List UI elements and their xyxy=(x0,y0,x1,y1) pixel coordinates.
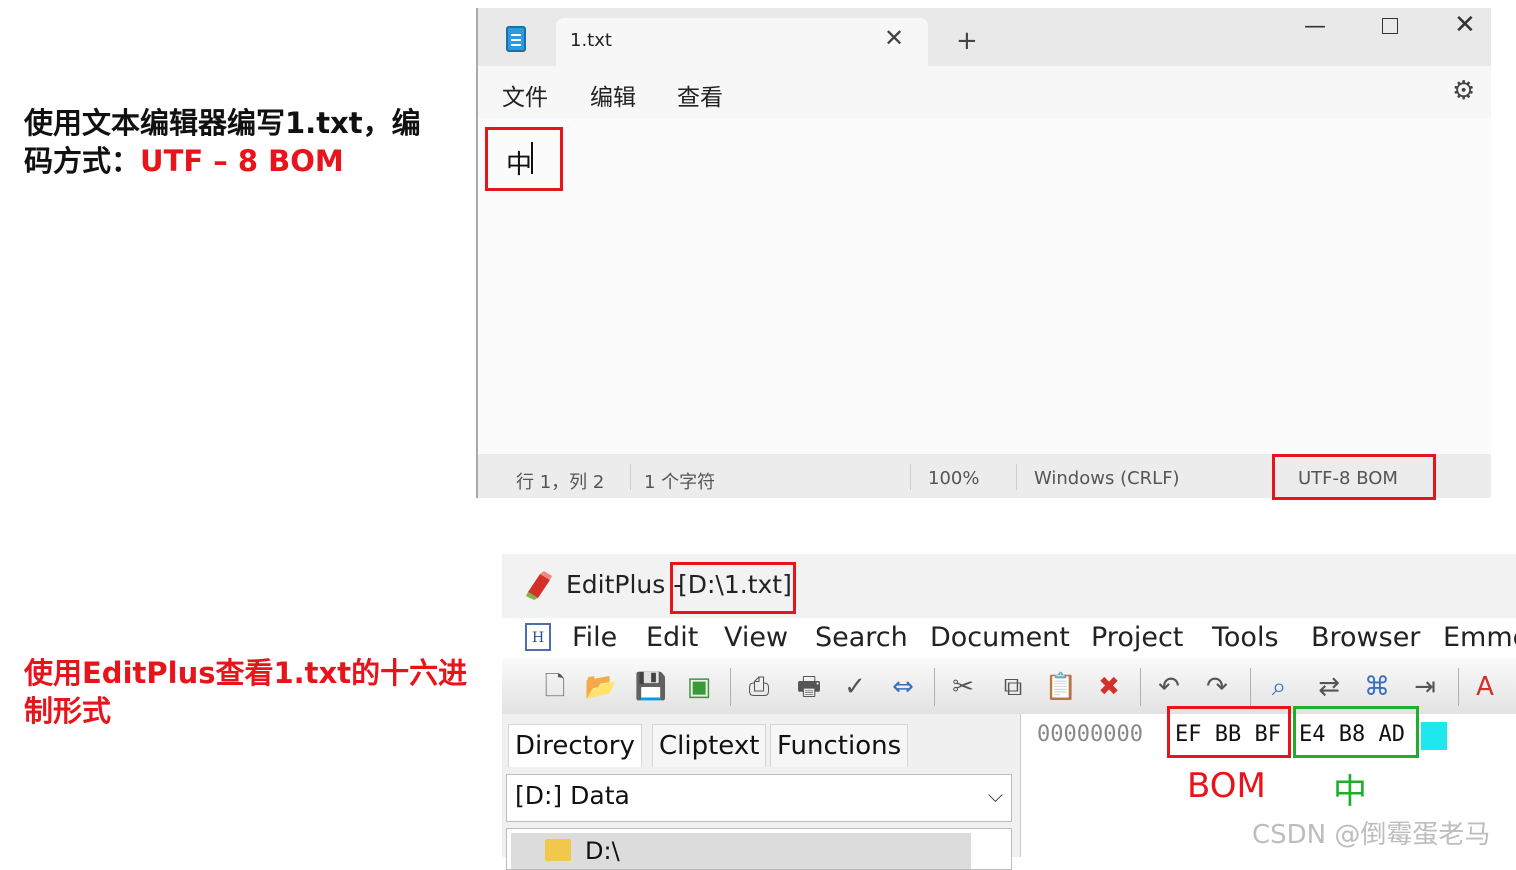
document-h-icon: H xyxy=(525,623,551,651)
maximize-icon[interactable] xyxy=(1382,18,1398,34)
editplus-caption-line1: 使用EditPlus查看1.txt的十六进 xyxy=(24,656,468,690)
hex-cursor xyxy=(1421,722,1447,750)
notepad-menubar: 文件 编辑 查看 ⚙ xyxy=(478,66,1491,118)
notepad-window: 1.txt ✕ + — ✕ 文件 编辑 查看 ⚙ 中 行 1，列 2 1 个字符… xyxy=(476,8,1491,500)
status-divider xyxy=(630,464,631,490)
copy-icon[interactable]: ⧉ xyxy=(996,670,1030,704)
font-icon[interactable]: A xyxy=(1468,670,1502,704)
browser-preview-icon[interactable]: ⇔ xyxy=(886,670,920,704)
status-divider xyxy=(1016,464,1017,490)
status-char-count: 1 个字符 xyxy=(644,472,716,493)
menu-search[interactable]: Search xyxy=(815,622,908,653)
status-zoom[interactable]: 100% xyxy=(928,468,979,489)
delete-icon[interactable]: ✖ xyxy=(1092,670,1126,704)
close-icon[interactable]: ✕ xyxy=(1454,10,1476,40)
toolbar-divider xyxy=(1140,668,1141,706)
status-position: 行 1，列 2 xyxy=(516,472,605,493)
chevron-down-icon: ⌵ xyxy=(987,783,1003,807)
hex-address: 00000000 xyxy=(1037,722,1143,747)
indent-icon[interactable]: ⇥ xyxy=(1408,670,1442,704)
toolbar-divider xyxy=(1250,668,1251,706)
find-icon[interactable]: ⌕ xyxy=(1262,670,1296,704)
directory-tree[interactable]: D:\ xyxy=(506,828,1012,870)
editplus-caption-line2: 制形式 xyxy=(24,694,112,728)
editplus-app-title: EditPlus - xyxy=(566,570,683,599)
notepad-editor[interactable]: 中 xyxy=(478,118,1491,454)
caption-prefix: 码方式： xyxy=(24,144,141,178)
tab-cliptext[interactable]: Cliptext xyxy=(652,724,767,767)
notepad-app-icon xyxy=(506,26,526,52)
menu-file[interactable]: 文件 xyxy=(502,78,548,112)
notepad-titlebar: 1.txt ✕ + — ✕ xyxy=(478,8,1491,68)
new-tab-icon[interactable]: + xyxy=(956,26,978,56)
save-all-icon[interactable]: ▣ xyxy=(682,670,716,704)
menu-edit[interactable]: Edit xyxy=(646,622,698,653)
redo-icon[interactable]: ↷ xyxy=(1200,670,1234,704)
toolbar-divider xyxy=(1458,668,1459,706)
tab-close-icon[interactable]: ✕ xyxy=(884,24,904,52)
paste-icon[interactable]: 📋 xyxy=(1044,670,1078,704)
drive-select[interactable]: [D:] Data ⌵ xyxy=(506,774,1012,822)
tree-item[interactable]: D:\ xyxy=(511,833,971,869)
toolbar-divider xyxy=(730,668,731,706)
menu-tools[interactable]: Tools xyxy=(1212,622,1279,653)
open-folder-icon[interactable]: 📂 xyxy=(584,670,618,704)
bom-highlight-box xyxy=(1167,706,1291,758)
editplus-caption: 使用EditPlus查看1.txt的十六进 制形式 xyxy=(24,654,467,730)
spellcheck-icon[interactable]: ✓ xyxy=(838,670,872,704)
new-file-icon[interactable]: 🗋 xyxy=(538,670,572,704)
editplus-window: EditPlus - [D:\1.txt] H File Edit View S… xyxy=(502,554,1516,870)
menu-file[interactable]: File xyxy=(572,622,617,653)
bom-annotation: BOM xyxy=(1187,766,1266,806)
notepad-caption-line1: 使用文本编辑器编写1.txt，编 xyxy=(24,106,421,140)
notepad-tab[interactable]: 1.txt ✕ xyxy=(556,18,928,68)
settings-gear-icon[interactable]: ⚙ xyxy=(1452,76,1475,106)
find-in-files-icon[interactable]: ⌘ xyxy=(1360,670,1394,704)
content-highlight-box xyxy=(485,127,563,191)
notepad-caption: 使用文本编辑器编写1.txt，编 码方式：UTF – 8 BOM xyxy=(24,104,421,180)
print-preview-icon[interactable]: ⎙ xyxy=(742,670,776,704)
tree-item-label: D:\ xyxy=(585,837,620,865)
menu-document[interactable]: Document xyxy=(930,622,1070,653)
menu-edit[interactable]: 编辑 xyxy=(590,78,636,112)
print-icon[interactable]: 🖶 xyxy=(792,670,826,704)
path-highlight-box xyxy=(670,562,796,614)
editplus-sidebar: Directory Cliptext Functions [D:] Data ⌵… xyxy=(502,714,1021,870)
undo-icon[interactable]: ↶ xyxy=(1152,670,1186,704)
tab-functions[interactable]: Functions xyxy=(770,724,909,767)
watermark: CSDN @倒霉蛋老马 xyxy=(1252,820,1491,850)
folder-icon xyxy=(545,839,571,861)
notepad-caption-line2: 码方式：UTF – 8 BOM xyxy=(24,142,421,180)
encoding-highlight-box xyxy=(1272,454,1436,500)
menu-project[interactable]: Project xyxy=(1091,622,1183,653)
status-divider xyxy=(910,464,911,490)
char-highlight-box xyxy=(1293,706,1419,758)
tab-title: 1.txt xyxy=(570,30,612,51)
menu-browser[interactable]: Browser xyxy=(1311,622,1420,653)
notepad-statusbar: 行 1，列 2 1 个字符 100% Windows (CRLF) UTF-8 … xyxy=(478,454,1491,500)
toolbar-divider xyxy=(934,668,935,706)
svg-text:H: H xyxy=(532,630,544,646)
menu-view[interactable]: View xyxy=(724,622,788,653)
save-icon[interactable]: 💾 xyxy=(634,670,668,704)
editplus-menubar: H File Edit View Search Document Project… xyxy=(502,618,1516,658)
status-line-ending[interactable]: Windows (CRLF) xyxy=(1034,468,1180,489)
editplus-logo-icon xyxy=(526,571,552,600)
replace-icon[interactable]: ⇄ xyxy=(1312,670,1346,704)
drive-select-value: [D:] Data xyxy=(515,781,630,810)
cut-icon[interactable]: ✂ xyxy=(946,670,980,704)
char-annotation: 中 xyxy=(1333,772,1367,812)
menu-view[interactable]: 查看 xyxy=(677,78,723,112)
tab-directory[interactable]: Directory xyxy=(508,724,642,767)
editplus-titlebar: EditPlus - [D:\1.txt] xyxy=(502,554,1516,618)
minimize-icon[interactable]: — xyxy=(1304,14,1326,39)
caption-encoding: UTF – 8 BOM xyxy=(140,144,344,178)
menu-emmet[interactable]: Emme xyxy=(1443,622,1516,653)
